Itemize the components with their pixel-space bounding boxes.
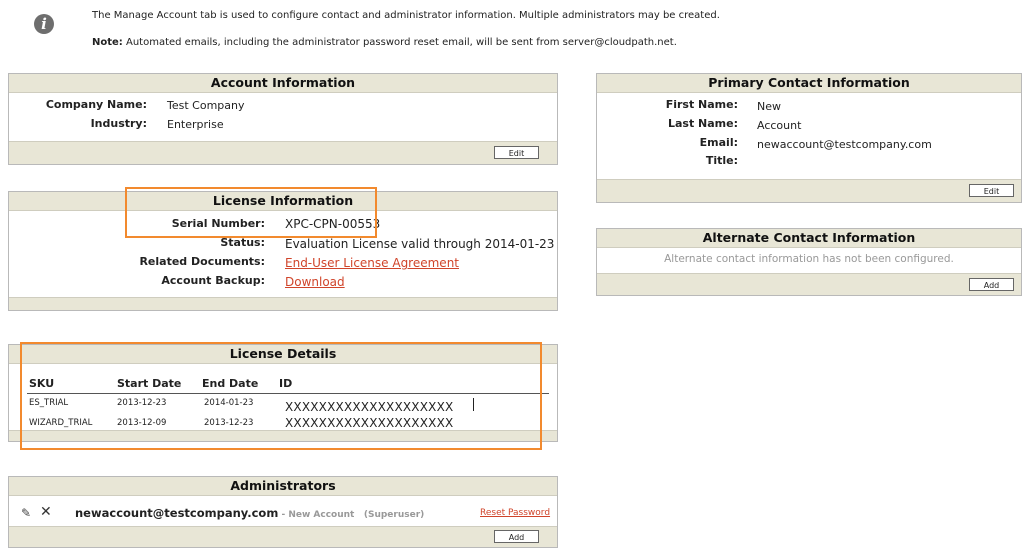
administrators-panel: Administrators ✎ ✕ newaccount@testcompan…	[8, 476, 558, 548]
primary-contact-panel: Primary Contact Information First Name: …	[596, 73, 1022, 203]
primary-contact-footer: Edit	[597, 179, 1021, 202]
primary-contact-title: Primary Contact Information	[597, 74, 1021, 93]
note-text: Automated emails, including the administ…	[122, 37, 677, 48]
alternate-contact-footer: Add	[597, 273, 1021, 295]
industry-label: Industry:	[90, 117, 147, 130]
intro-note: Note: Automated emails, including the ad…	[92, 37, 677, 48]
admin-sep: -	[278, 510, 289, 520]
last-name-label: Last Name:	[667, 117, 738, 130]
intro-text: The Manage Account tab is used to config…	[92, 10, 720, 21]
account-footer: Edit	[9, 141, 557, 164]
related-documents-label: Related Documents:	[139, 255, 265, 268]
administrators-footer: Add	[9, 526, 557, 547]
add-admin-button[interactable]: Add	[494, 530, 539, 543]
reset-password-link[interactable]: Reset Password	[480, 508, 550, 518]
alternate-contact-title: Alternate Contact Information	[597, 229, 1021, 248]
company-name-label: Company Name:	[45, 98, 147, 111]
note-label: Note:	[92, 37, 123, 48]
info-icon: i	[34, 14, 54, 34]
admin-entry: newaccount@testcompany.com - New Account…	[75, 506, 424, 520]
eula-link[interactable]: End-User License Agreement	[285, 256, 459, 270]
account-edit-button[interactable]: Edit	[494, 146, 539, 159]
status-value: Evaluation License valid through 2014-01…	[285, 237, 555, 251]
admin-email: newaccount@testcompany.com	[75, 506, 279, 520]
last-name-value: Account	[757, 119, 802, 132]
account-backup-label: Account Backup:	[161, 274, 265, 287]
industry-value: Enterprise	[167, 118, 224, 131]
first-name-value: New	[757, 100, 781, 113]
alternate-contact-message: Alternate contact information has not be…	[664, 253, 954, 265]
company-name-value: Test Company	[167, 99, 245, 112]
license-footer	[9, 297, 557, 310]
account-information-panel: Account Information Company Name: Test C…	[8, 73, 558, 165]
pencil-icon[interactable]: ✎	[21, 506, 31, 520]
download-link[interactable]: Download	[285, 275, 345, 289]
account-information-title: Account Information	[9, 74, 557, 93]
first-name-label: First Name:	[665, 98, 738, 111]
email-value: newaccount@testcompany.com	[757, 138, 932, 151]
license-details-highlight	[20, 342, 542, 450]
administrators-title: Administrators	[9, 477, 557, 496]
alternate-add-button[interactable]: Add	[969, 278, 1014, 291]
admin-role: (Superuser)	[363, 510, 425, 520]
serial-number-highlight	[125, 187, 377, 238]
email-label: Email:	[699, 136, 738, 149]
admin-name: New Account	[288, 510, 355, 520]
primary-edit-button[interactable]: Edit	[969, 184, 1014, 197]
x-icon[interactable]: ✕	[40, 504, 52, 520]
title-label: Title:	[705, 154, 738, 167]
alternate-contact-panel: Alternate Contact Information Alternate …	[596, 228, 1022, 296]
